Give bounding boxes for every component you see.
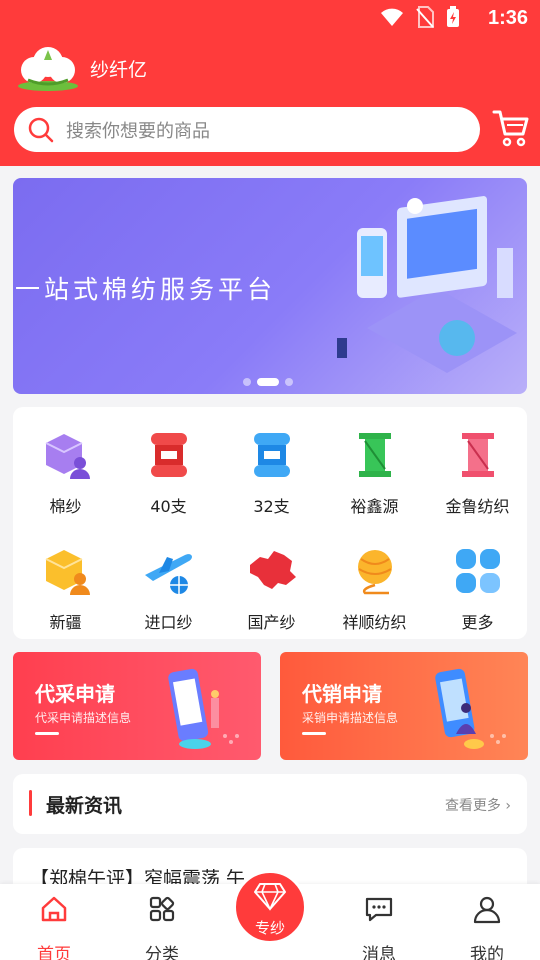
- chevron-right-icon: ›: [500, 798, 511, 814]
- promo-banner[interactable]: 一站式棉纺服务平台: [13, 178, 527, 394]
- category-item[interactable]: 国产纱: [220, 545, 323, 633]
- news-more-link[interactable]: 查看更多 ›: [445, 795, 511, 815]
- category-item[interactable]: 进口纱: [117, 545, 220, 633]
- category-label: 祥顺纺织: [342, 613, 407, 632]
- category-item[interactable]: 裕鑫源: [323, 429, 426, 517]
- home-icon: [41, 896, 67, 922]
- user-icon: [473, 896, 501, 924]
- category-label: 新疆: [49, 613, 82, 632]
- banner-pagination: [243, 378, 293, 386]
- category-item[interactable]: 新疆: [14, 545, 117, 633]
- cart-icon[interactable]: [492, 108, 530, 148]
- category-label: 棉纱: [49, 497, 82, 516]
- phone-person-illustration-icon: [435, 668, 506, 749]
- news-more-label: 查看更多: [444, 798, 501, 814]
- news-accent-bar: [29, 790, 32, 816]
- airplane-icon: [144, 554, 192, 594]
- promo-underline: [35, 732, 59, 735]
- tab-messages[interactable]: 消息: [339, 884, 419, 960]
- news-title: 最新资讯: [46, 795, 123, 817]
- category-item[interactable]: 金鲁纺织: [426, 429, 529, 517]
- category-item[interactable]: 棉纱: [14, 429, 117, 517]
- search-input[interactable]: 搜索你想要的商品: [14, 107, 480, 152]
- category-label: 40支: [150, 497, 187, 516]
- cotton-logo-icon: [18, 47, 78, 91]
- category-grid: 棉纱 40支 32支 裕鑫源 金鲁纺织 新疆 进口纱 国产纱 祥顺纺织 更多: [13, 407, 527, 639]
- category-label: 金鲁纺织: [445, 497, 510, 516]
- more-grid-icon: [455, 549, 500, 593]
- category-label: 更多: [461, 613, 494, 632]
- message-icon: [365, 897, 393, 922]
- status-bar: 1:36: [0, 0, 540, 36]
- status-time: 1:36: [487, 7, 528, 29]
- battery-charging-icon: [447, 6, 459, 27]
- category-item[interactable]: 祥顺纺织: [323, 545, 426, 633]
- box-user-icon: [45, 434, 90, 479]
- banner-slogan: 一站式棉纺服务平台: [15, 275, 277, 304]
- bobbin-pink-icon: [461, 433, 494, 477]
- category-label: 32支: [253, 497, 290, 516]
- bobbin-green-icon: [358, 433, 391, 477]
- category-label: 国产纱: [247, 613, 296, 632]
- pagination-dot-active[interactable]: [257, 378, 279, 386]
- yarn-ball-icon: [357, 550, 392, 595]
- phone-illustration-icon: [168, 668, 239, 749]
- banner-illustration: [337, 196, 517, 373]
- promo-desc: 采销申请描述信息: [302, 711, 399, 725]
- brand: 纱纤亿: [14, 44, 147, 92]
- china-map-icon: [249, 551, 296, 589]
- tab-label: 我的: [470, 945, 504, 960]
- search-icon: [28, 117, 54, 142]
- search-placeholder: 搜索你想要的商品: [66, 120, 210, 142]
- category-grid-icon: [149, 896, 175, 922]
- wifi-icon: [381, 8, 403, 26]
- category-item[interactable]: 更多: [426, 545, 529, 633]
- tab-center-special[interactable]: 专纱: [233, 870, 307, 944]
- tab-label: 首页: [37, 945, 71, 960]
- no-sim-icon: [416, 6, 434, 28]
- yarn-spool-red-icon: [150, 433, 187, 477]
- tab-label: 消息: [362, 945, 396, 960]
- app-header: 1:36 纱纤亿 搜索你想要的商品: [0, 0, 540, 166]
- purchase-agent-card[interactable]: 代采申请 代采申请描述信息: [13, 652, 261, 760]
- news-section-header: 最新资讯 查看更多 ›: [13, 774, 527, 834]
- promo-underline: [302, 732, 326, 735]
- tab-center-label: 专纱: [254, 919, 285, 937]
- diamond-icon: [254, 883, 286, 911]
- status-icons: [380, 6, 460, 28]
- category-item[interactable]: 32支: [220, 429, 323, 517]
- category-label: 进口纱: [144, 613, 193, 632]
- category-item[interactable]: 40支: [117, 429, 220, 517]
- promo-title: 代销申请: [302, 682, 382, 706]
- pagination-dot[interactable]: [243, 378, 251, 386]
- tab-label: 分类: [145, 945, 179, 960]
- category-label: 裕鑫源: [350, 497, 399, 516]
- pagination-dot[interactable]: [285, 378, 293, 386]
- sales-agent-card[interactable]: 代销申请 采销申请描述信息: [280, 652, 528, 760]
- tab-mine[interactable]: 我的: [447, 884, 527, 960]
- tab-home[interactable]: 首页: [14, 884, 94, 960]
- promo-desc: 代采申请描述信息: [35, 711, 132, 725]
- tab-category[interactable]: 分类: [122, 884, 202, 960]
- box-user-orange-icon: [45, 550, 90, 595]
- yarn-spool-blue-icon: [253, 433, 290, 477]
- brand-name: 纱纤亿: [90, 58, 148, 81]
- promo-title: 代采申请: [35, 682, 115, 706]
